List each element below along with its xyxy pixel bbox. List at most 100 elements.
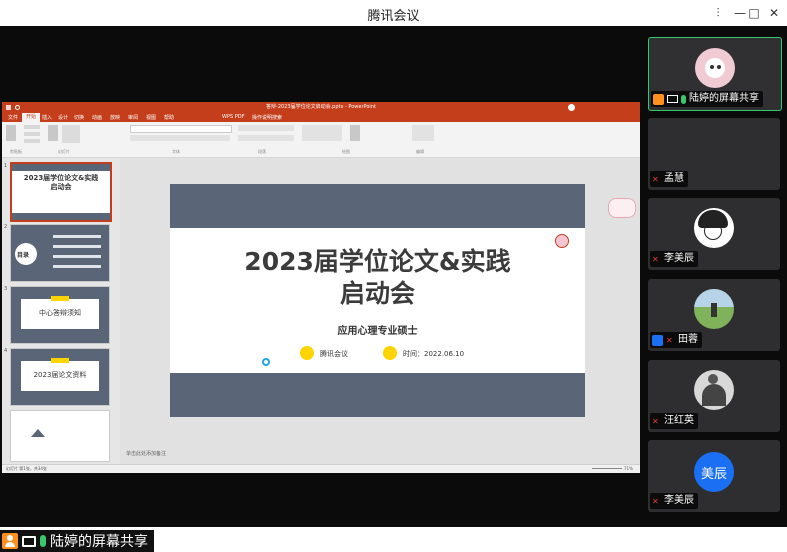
participant-tile[interactable]: ✕ 孟慧 <box>648 118 780 190</box>
thumb-slide-2[interactable]: 目录 <box>10 224 110 282</box>
clock-icon <box>383 346 397 360</box>
participant-tile[interactable]: ✕ 田蓉 <box>648 279 780 351</box>
mic-muted-icon: ✕ <box>652 496 659 506</box>
group-editing: 编辑 <box>416 149 424 154</box>
current-slide[interactable]: 2023届学位论文&实践 启动会 应用心理专业硕士 腾讯会议 时间：2022.0… <box>170 184 585 417</box>
paragraph-row-2[interactable] <box>238 135 294 141</box>
slide-title-line1: 2023届学位论文&实践 <box>244 247 511 276</box>
participant-name: 田蓉 <box>678 334 698 345</box>
mic-icon <box>681 94 686 104</box>
thumb-number: 3 <box>4 286 8 292</box>
thumb-slide-4[interactable]: 2023届论文资料 <box>10 348 110 406</box>
group-paragraph: 段落 <box>258 149 266 154</box>
zoom-level[interactable]: 71% <box>624 466 633 471</box>
participant-name: 孟慧 <box>664 173 684 184</box>
arrange-icon[interactable] <box>350 125 360 141</box>
avatar: 美辰 <box>694 452 734 492</box>
slide-title-line2: 启动会 <box>339 279 415 308</box>
font-select[interactable] <box>130 125 232 133</box>
editing-group[interactable] <box>412 125 434 141</box>
ppt-titlebar: 答辩-2023届学位论文启动会.pptx - PowerPoint <box>2 102 640 113</box>
cut-icon[interactable] <box>24 125 40 129</box>
slide-info-right: 时间：2022.06.10 <box>403 350 465 358</box>
participant-name-tag: ✕ 李美辰 <box>650 493 698 509</box>
user-icon <box>652 334 663 346</box>
sticker-icon <box>608 198 636 218</box>
slide-subtitle: 应用心理专业硕士 <box>337 326 418 337</box>
tab-help[interactable]: 帮助 <box>164 114 174 121</box>
tab-slideshow[interactable]: 放映 <box>110 114 120 121</box>
thumb-3-title: 中心答辩须知 <box>39 309 81 317</box>
participant-tile[interactable]: 美辰 ✕ 李美辰 <box>648 440 780 512</box>
tab-wps-pdf[interactable]: WPS PDF <box>222 114 244 120</box>
participant-name: 陆婷的屏幕共享 <box>689 93 759 104</box>
shapes-gallery[interactable] <box>302 125 342 141</box>
tab-review[interactable]: 审阅 <box>128 114 138 121</box>
participant-tile[interactable]: ✕ 汪红英 <box>648 360 780 432</box>
tab-view[interactable]: 视图 <box>146 114 156 121</box>
tell-me-search[interactable]: 操作说明搜索 <box>252 114 282 121</box>
tab-transitions[interactable]: 切换 <box>74 114 84 121</box>
ribbon-tabs: 文件 开始 插入 设计 切换 动画 放映 审阅 视图 帮助 WPS PDF 操作… <box>2 113 640 122</box>
thumb-number: 4 <box>4 348 8 354</box>
participant-tile[interactable]: ✕ 李美辰 <box>648 198 780 270</box>
save-icon[interactable] <box>6 105 11 110</box>
maximize-button[interactable]: □ <box>744 3 764 23</box>
logo-icon <box>555 234 569 248</box>
paragraph-row-1[interactable] <box>238 125 294 131</box>
ppt-window-title: 答辩-2023届学位论文启动会.pptx - PowerPoint <box>266 104 376 110</box>
cursor-highlight-icon <box>262 358 270 366</box>
slide-info-left: 腾讯会议 <box>320 350 348 358</box>
participant-name-tag: ✕ 汪红英 <box>650 413 698 429</box>
mic-muted-icon: ✕ <box>652 416 659 426</box>
thumb-number: 2 <box>4 224 8 230</box>
slide-top-bar <box>170 184 585 228</box>
participant-name-tag: ✕ 孟慧 <box>650 171 688 187</box>
participant-gallery: 陆婷的屏幕共享 ✕ 孟慧 ✕ 李美辰 ✕ 田蓉 ✕ 汪红英 美辰 ✕ 李美辰 <box>641 26 787 527</box>
participant-name-tag: ✕ 田蓉 <box>650 332 702 348</box>
thumb-4-title: 2023届论文资料 <box>33 371 87 379</box>
notes-placeholder[interactable]: 单击此处添加备注 <box>126 450 166 457</box>
layout-icon[interactable] <box>62 125 80 143</box>
tab-insert[interactable]: 插入 <box>42 114 52 121</box>
thumb-2-title: 目录 <box>17 252 30 259</box>
participant-name-tag: ✕ 李美辰 <box>650 251 698 267</box>
slide-bottom-bar <box>170 373 585 417</box>
shared-screen: 答辩-2023届学位论文启动会.pptx - PowerPoint 文件 开始 … <box>0 26 641 552</box>
participant-tile[interactable]: 陆婷的屏幕共享 <box>648 37 782 111</box>
thumb-slide-1[interactable]: 2023届学位论文&实践 启动会 <box>10 162 112 222</box>
new-slide-icon[interactable] <box>48 125 58 141</box>
thumb-slide-3[interactable]: 中心答辩须知 <box>10 286 110 344</box>
tab-animations[interactable]: 动画 <box>92 114 102 121</box>
mic-icon <box>40 535 46 547</box>
group-clipboard: 剪贴板 <box>10 149 22 154</box>
tab-design[interactable]: 设计 <box>58 114 68 121</box>
pin-icon[interactable]: ⫶ <box>708 3 728 23</box>
user-icon <box>653 93 664 105</box>
status-slide-count: 幻灯片 第1张，共34张 <box>6 466 47 471</box>
screen-share-icon <box>22 535 36 547</box>
undo-icon[interactable] <box>15 105 20 110</box>
avatar <box>694 289 734 329</box>
tab-file[interactable]: 文件 <box>8 114 18 121</box>
title-bar: 腾讯会议 ⫶ — □ ✕ <box>0 0 787 26</box>
mic-muted-icon: ✕ <box>666 335 673 345</box>
slide-editor: 2023届学位论文&实践 启动会 应用心理专业硕士 腾讯会议 时间：2022.0… <box>120 158 640 464</box>
avatar <box>694 370 734 410</box>
copy-icon[interactable] <box>24 132 40 136</box>
group-drawing: 绘图 <box>342 149 350 154</box>
screen-share-icon <box>667 95 678 103</box>
close-button[interactable]: ✕ <box>764 3 784 23</box>
mic-muted-icon: ✕ <box>652 254 659 264</box>
group-font: 字体 <box>172 149 180 154</box>
paste-icon[interactable] <box>6 125 16 141</box>
participant-name: 李美辰 <box>664 495 694 506</box>
mic-muted-icon: ✕ <box>652 174 659 184</box>
thumb-slide-5[interactable] <box>10 410 110 462</box>
thumb-number: 1 <box>4 163 8 169</box>
font-format-row[interactable] <box>130 135 230 141</box>
zoom-slider[interactable] <box>592 468 622 469</box>
tab-home[interactable]: 开始 <box>22 113 41 122</box>
format-painter-icon[interactable] <box>24 139 40 143</box>
account-avatar-icon[interactable] <box>568 104 575 111</box>
